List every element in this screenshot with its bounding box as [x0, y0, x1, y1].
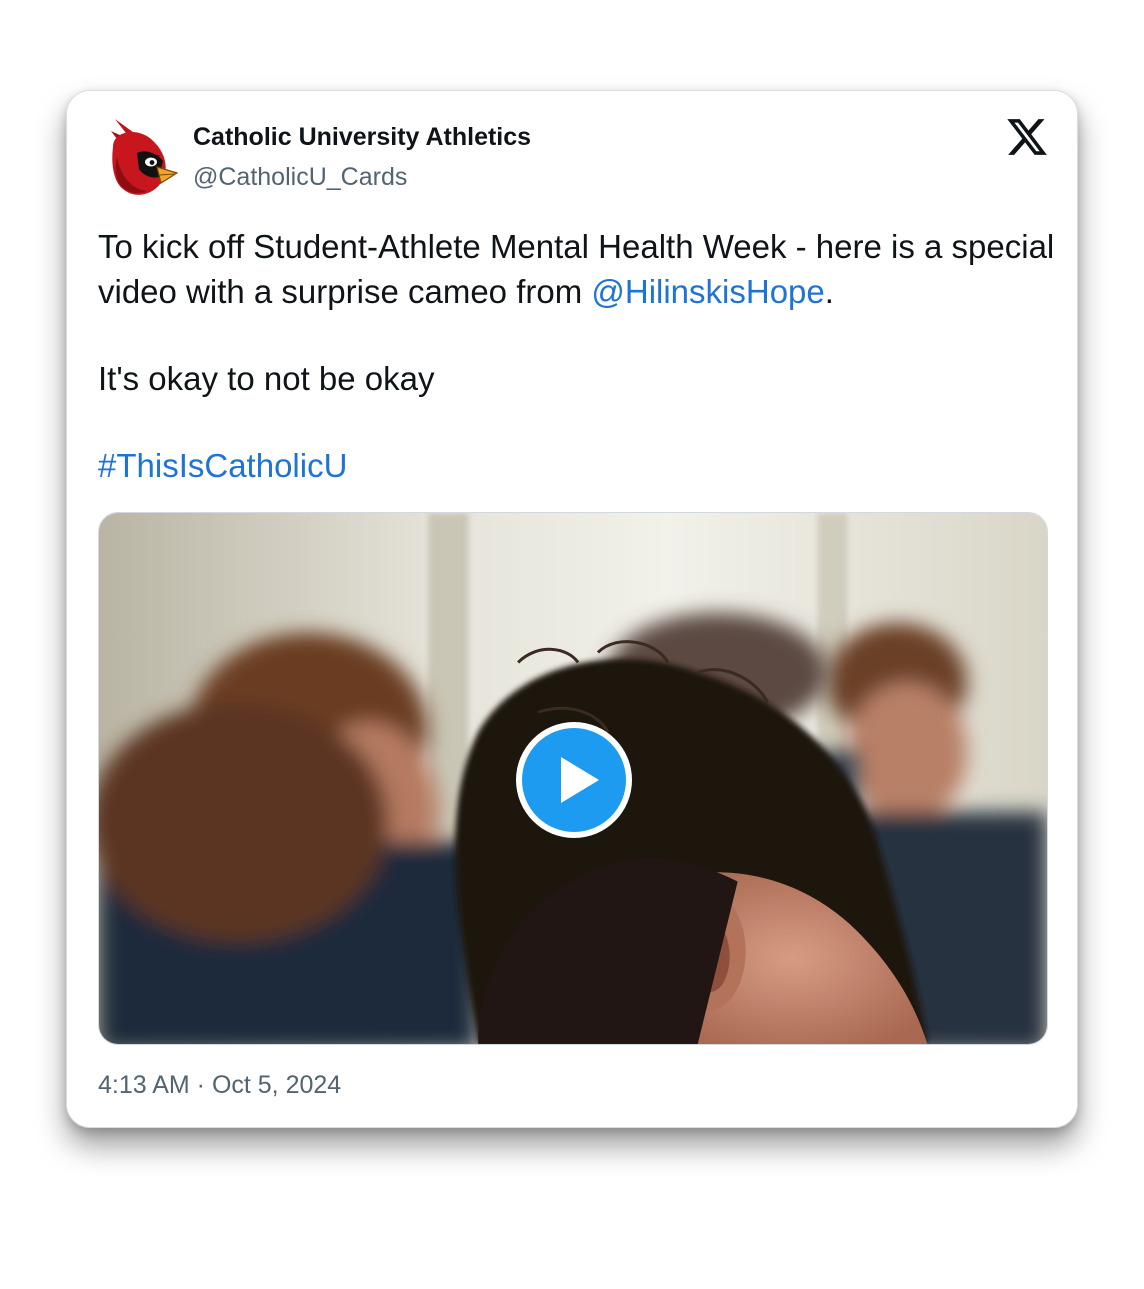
author-handle[interactable]: @CatholicU_Cards: [193, 163, 407, 192]
play-icon[interactable]: [513, 719, 635, 841]
tweet-text: To kick off Student-Athlete Mental Healt…: [98, 224, 1058, 488]
mention-link[interactable]: @HilinskisHope: [591, 273, 824, 310]
tweet-line-1-end: .: [824, 273, 834, 310]
author-display-name[interactable]: Catholic University Athletics: [193, 123, 531, 152]
tweet-card: Catholic University Athletics @CatholicU…: [66, 90, 1078, 1128]
video-player[interactable]: [98, 512, 1048, 1045]
tweet-line-1: To kick off Student-Athlete Mental Healt…: [98, 228, 1055, 310]
tweet-paragraph-1: To kick off Student-Athlete Mental Healt…: [98, 224, 1058, 314]
cardinal-mascot-icon[interactable]: [107, 117, 179, 201]
x-logo-icon[interactable]: [1005, 115, 1049, 159]
hashtag-link[interactable]: #ThisIsCatholicU: [98, 447, 347, 484]
tweet-line-2: It's okay to not be okay: [98, 360, 435, 397]
tweet-timestamp[interactable]: 4:13 AM · Oct 5, 2024: [98, 1071, 341, 1100]
